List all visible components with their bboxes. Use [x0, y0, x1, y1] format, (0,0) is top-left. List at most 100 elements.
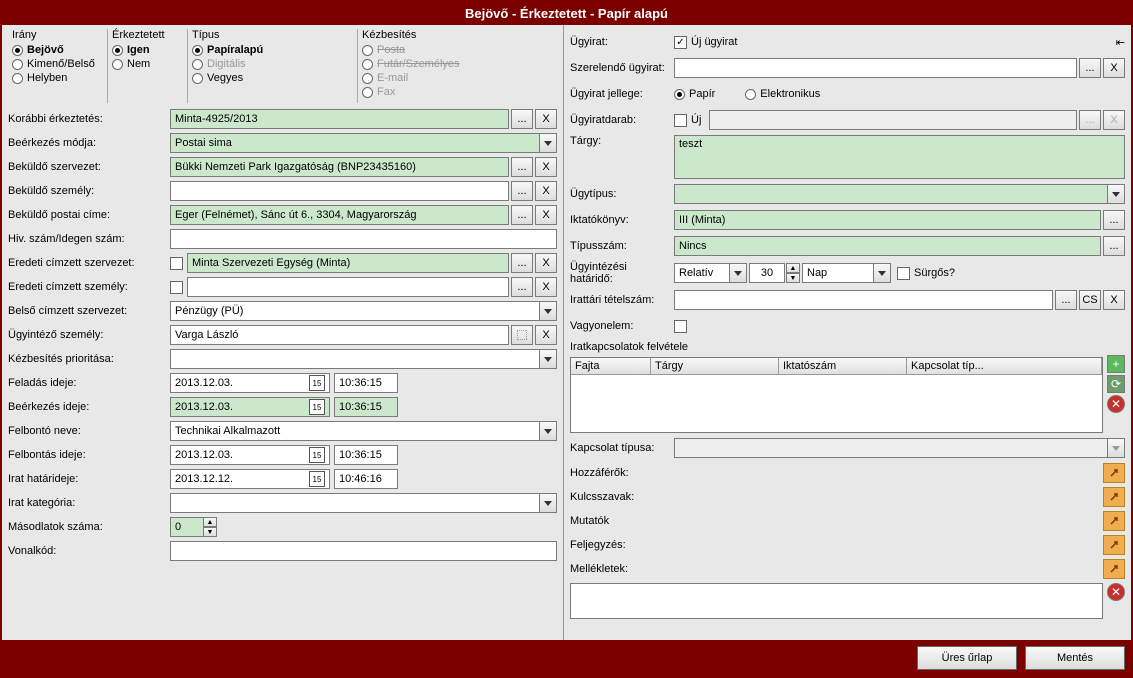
- irattari-input[interactable]: [674, 290, 1053, 310]
- tipusszam-input[interactable]: Nincs: [674, 236, 1101, 256]
- add-icon[interactable]: +: [1107, 355, 1125, 373]
- ugytipus-dropdown[interactable]: [1107, 184, 1125, 204]
- tipusszam-browse[interactable]: ...: [1103, 236, 1125, 256]
- korabbi-input[interactable]: Minta-4925/2013: [170, 109, 509, 129]
- szerelendo-browse[interactable]: ...: [1079, 58, 1101, 78]
- targy-textarea[interactable]: teszt: [674, 135, 1125, 179]
- delete-icon[interactable]: ✕: [1107, 395, 1125, 413]
- num-down[interactable]: ▼: [786, 273, 800, 283]
- irattari-cs[interactable]: CS: [1079, 290, 1101, 310]
- korabbi-browse[interactable]: ...: [511, 109, 533, 129]
- eredeti-cimzett-szemely-input[interactable]: [187, 277, 509, 297]
- uj-ugyirat-cb[interactable]: [674, 36, 687, 49]
- calendar-icon[interactable]: 15: [309, 375, 325, 391]
- irattari-clear[interactable]: X: [1103, 290, 1125, 310]
- th-targy[interactable]: Tárgy: [651, 358, 779, 374]
- bekuldo-postai-browse[interactable]: ...: [511, 205, 533, 225]
- ugyintezo-browse[interactable]: [511, 325, 533, 345]
- eredeti-cimzett-szerv-clear[interactable]: X: [535, 253, 557, 273]
- pin-icon[interactable]: ⇤: [1116, 36, 1125, 49]
- eredeti-cimzett-szerv-input[interactable]: Minta Szervezeti Egység (Minta): [187, 253, 509, 273]
- ugyintezo-input[interactable]: Varga László: [170, 325, 509, 345]
- felbontas-time[interactable]: 10:36:15: [334, 445, 398, 465]
- hatarido-num[interactable]: [749, 263, 785, 283]
- bekuldo-postai-clear[interactable]: X: [535, 205, 557, 225]
- radio-elektronikus[interactable]: [745, 89, 756, 100]
- masodlatok-input[interactable]: 0: [170, 517, 204, 537]
- bekuldo-szemely-input[interactable]: [170, 181, 509, 201]
- eredeti-cimzett-szemely-browse[interactable]: ...: [511, 277, 533, 297]
- irat-hatar-time[interactable]: 10:46:16: [334, 469, 398, 489]
- belso-cimzett-input[interactable]: Pénzügy (PÜ): [170, 301, 540, 321]
- nap-select[interactable]: Nap: [802, 263, 874, 283]
- bekuldo-szerv-clear[interactable]: X: [535, 157, 557, 177]
- mentes-button[interactable]: Mentés: [1025, 646, 1125, 670]
- beerkezes-modja-dropdown[interactable]: [539, 133, 557, 153]
- kulcsszavak-expand[interactable]: [1103, 487, 1125, 507]
- mutatok-expand[interactable]: [1103, 511, 1125, 531]
- calendar-icon[interactable]: 15: [309, 399, 325, 415]
- link-icon[interactable]: ⟳: [1107, 375, 1125, 393]
- bekuldo-szerv-input[interactable]: Bükki Nemzeti Park Igazgatóság (BNP23435…: [170, 157, 509, 177]
- radio-vegyes[interactable]: [192, 73, 203, 84]
- felbonto-neve-dropdown[interactable]: [539, 421, 557, 441]
- num-up[interactable]: ▲: [786, 263, 800, 273]
- korabbi-clear[interactable]: X: [535, 109, 557, 129]
- hozzaferok-expand[interactable]: [1103, 463, 1125, 483]
- iktatokonyv-input[interactable]: III (Minta): [674, 210, 1101, 230]
- mellekletek-box[interactable]: [570, 583, 1103, 619]
- eredeti-cimzett-szemely-cb[interactable]: [170, 281, 183, 294]
- vagyonelem-cb[interactable]: [674, 320, 687, 333]
- bekuldo-szemely-clear[interactable]: X: [535, 181, 557, 201]
- spinner-up[interactable]: ▲: [203, 517, 217, 527]
- radio-igen[interactable]: [112, 45, 123, 56]
- th-iktatoszam[interactable]: Iktatószám: [779, 358, 907, 374]
- irattari-browse[interactable]: ...: [1055, 290, 1077, 310]
- radio-nem[interactable]: [112, 59, 123, 70]
- bekuldo-szemely-browse[interactable]: ...: [511, 181, 533, 201]
- ures-urlap-button[interactable]: Üres űrlap: [917, 646, 1017, 670]
- radio-bejovo[interactable]: [12, 45, 23, 56]
- beerkezes-time[interactable]: 10:36:15: [334, 397, 398, 417]
- nap-dropdown[interactable]: [873, 263, 891, 283]
- calendar-icon[interactable]: 15: [309, 471, 325, 487]
- th-kapcsolat[interactable]: Kapcsolat típ...: [907, 358, 1102, 374]
- radio-papir[interactable]: [674, 89, 685, 100]
- bekuldo-postai-input[interactable]: Eger (Felnémet), Sánc út 6., 3304, Magya…: [170, 205, 509, 225]
- beerkezes-date[interactable]: 2013.12.03.15: [170, 397, 330, 417]
- kezbesites-prioritas-dropdown[interactable]: [539, 349, 557, 369]
- eredeti-cimzett-szerv-cb[interactable]: [170, 257, 183, 270]
- bekuldo-szerv-browse[interactable]: ...: [511, 157, 533, 177]
- eredeti-cimzett-szemely-clear[interactable]: X: [535, 277, 557, 297]
- hiv-szam-input[interactable]: [170, 229, 557, 249]
- calendar-icon[interactable]: 15: [309, 447, 325, 463]
- feljegyzes-expand[interactable]: [1103, 535, 1125, 555]
- szerelendo-clear[interactable]: X: [1103, 58, 1125, 78]
- relativ-select[interactable]: Relatív: [674, 263, 730, 283]
- irat-kategoria-dropdown[interactable]: [539, 493, 557, 513]
- mellekletek-delete-icon[interactable]: ✕: [1107, 583, 1125, 601]
- iktatokonyv-browse[interactable]: ...: [1103, 210, 1125, 230]
- relativ-dropdown[interactable]: [729, 263, 747, 283]
- uj-cb[interactable]: [674, 114, 687, 127]
- mellekletek-expand[interactable]: [1103, 559, 1125, 579]
- felbontas-date[interactable]: 2013.12.03.15: [170, 445, 330, 465]
- irat-hatar-date[interactable]: 2013.12.12.15: [170, 469, 330, 489]
- kezbesites-prioritas-select[interactable]: [170, 349, 540, 369]
- feladas-time[interactable]: 10:36:15: [334, 373, 398, 393]
- radio-kimeno[interactable]: [12, 59, 23, 70]
- vonalkod-input[interactable]: [170, 541, 557, 561]
- szerelendo-input[interactable]: [674, 58, 1077, 78]
- irat-kategoria-select[interactable]: [170, 493, 540, 513]
- beerkezes-modja-select[interactable]: Postai sima: [170, 133, 540, 153]
- eredeti-cimzett-szerv-browse[interactable]: ...: [511, 253, 533, 273]
- surgos-cb[interactable]: [897, 267, 910, 280]
- felbonto-neve-input[interactable]: Technikai Alkalmazott: [170, 421, 540, 441]
- th-fajta[interactable]: Fajta: [571, 358, 651, 374]
- ugytipus-select[interactable]: [674, 184, 1108, 204]
- feladas-date[interactable]: 2013.12.03.15: [170, 373, 330, 393]
- radio-papiralapu[interactable]: [192, 45, 203, 56]
- ugyintezo-clear[interactable]: X: [535, 325, 557, 345]
- belso-cimzett-dropdown[interactable]: [539, 301, 557, 321]
- radio-helyben[interactable]: [12, 73, 23, 84]
